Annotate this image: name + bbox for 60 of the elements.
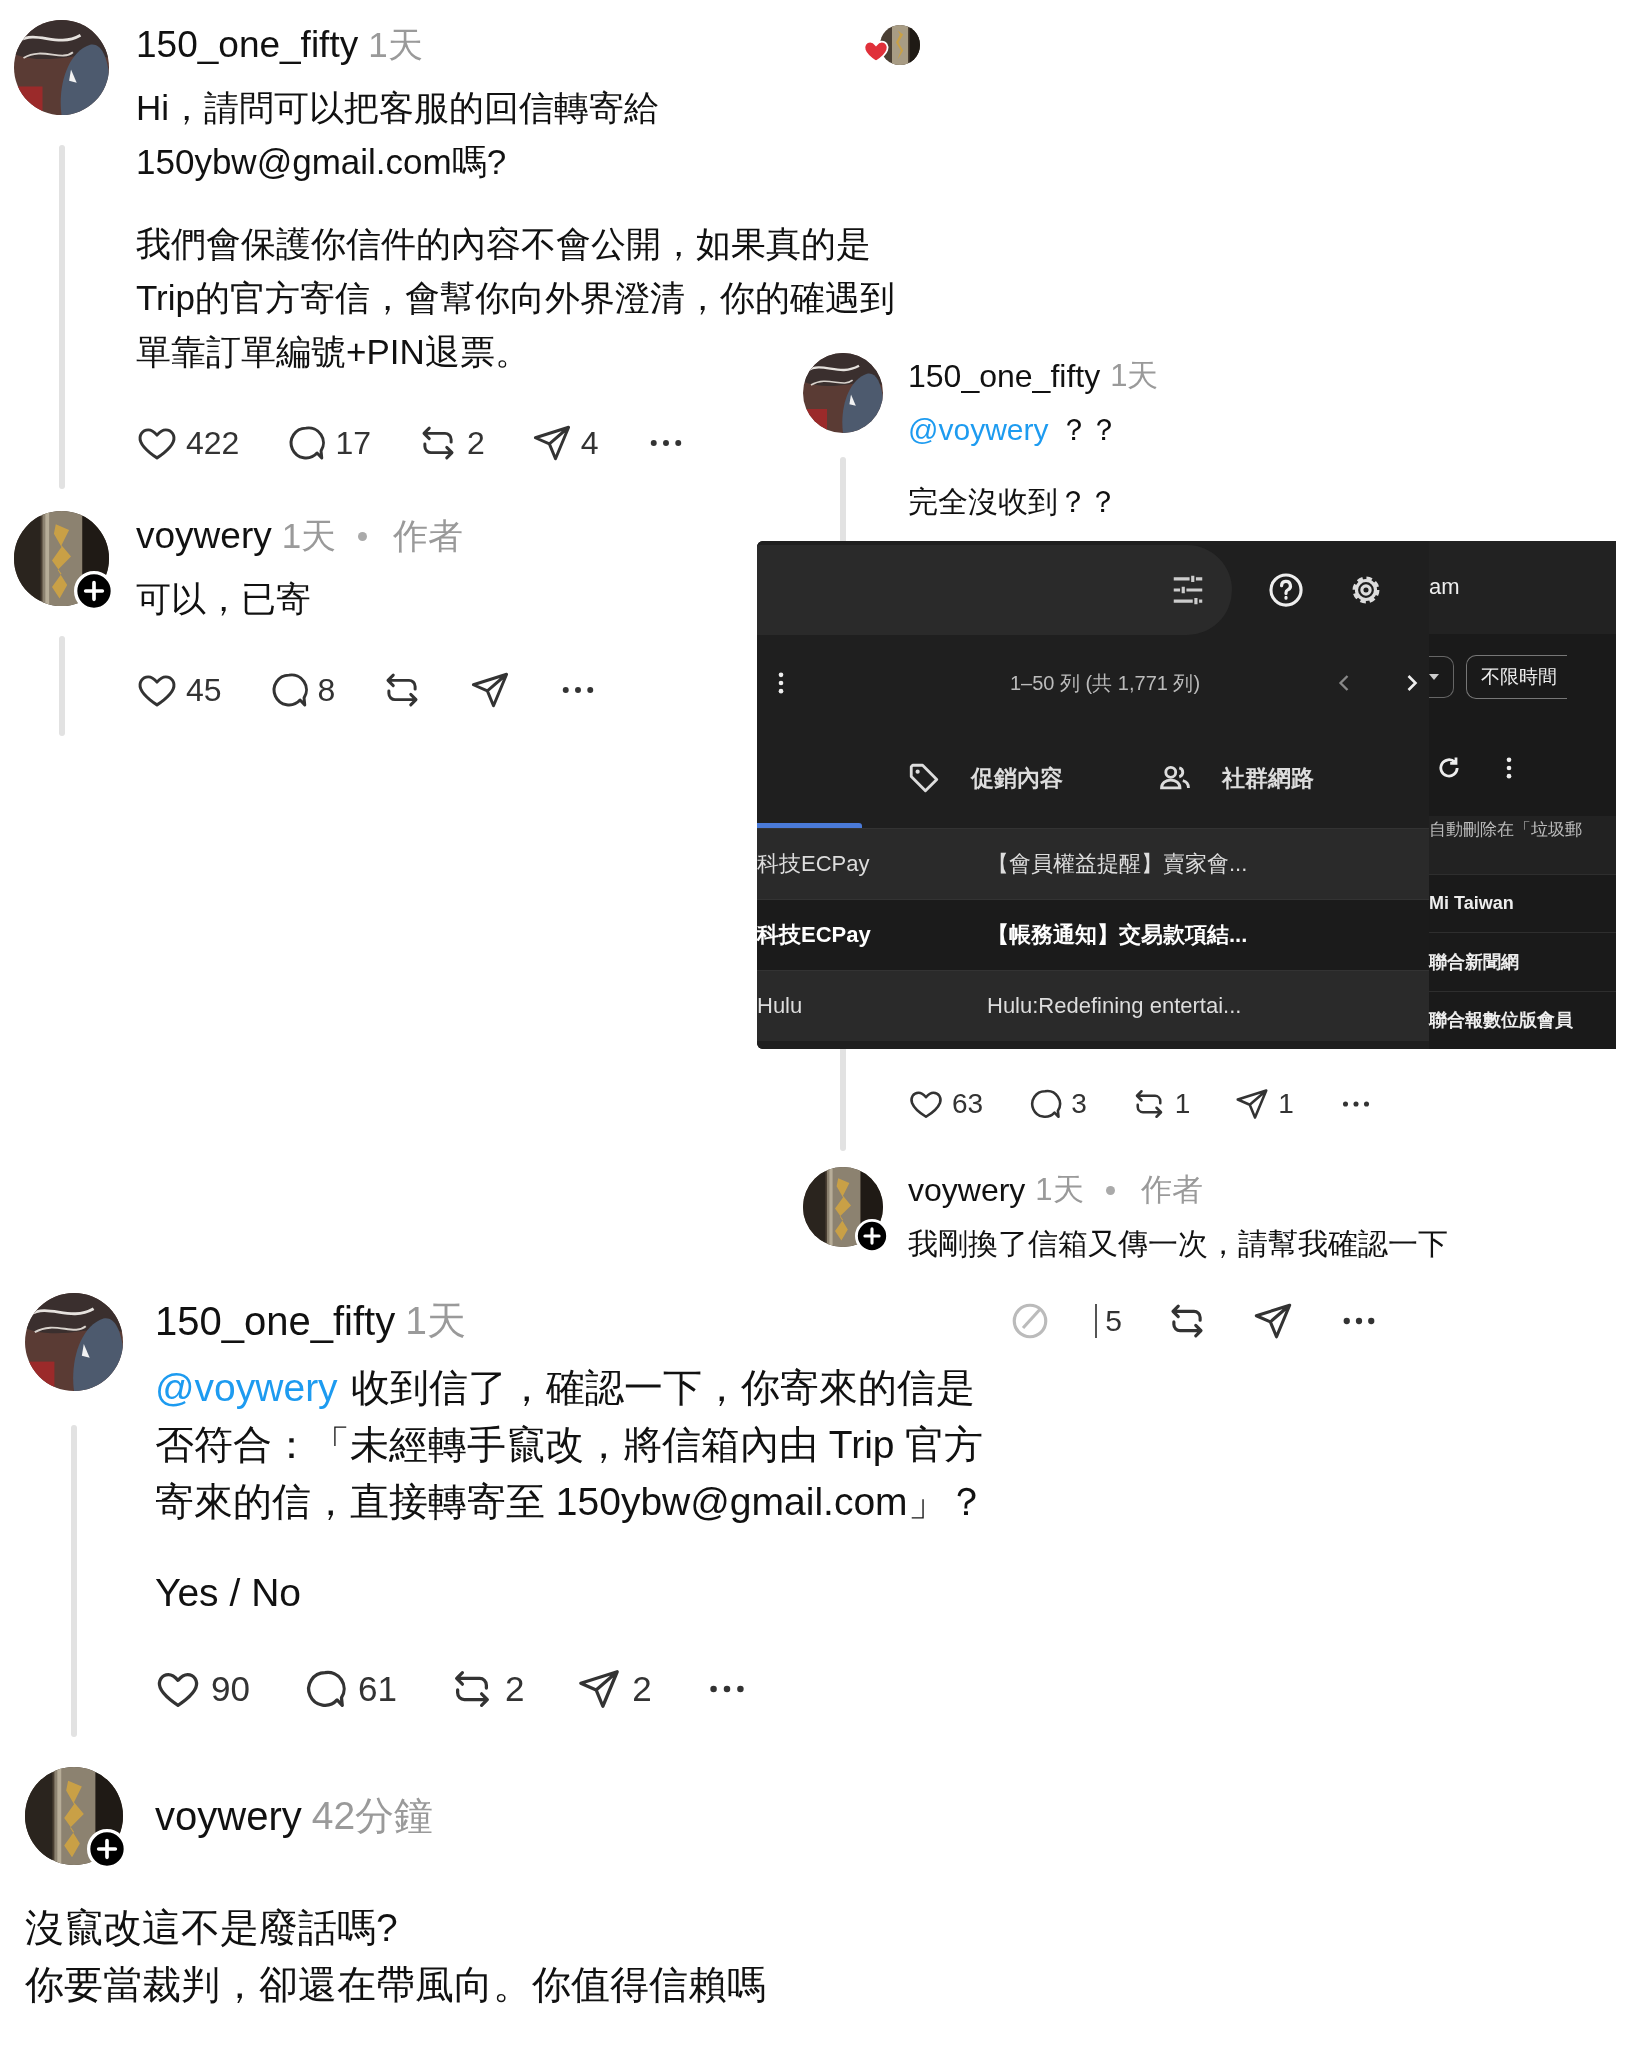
- action-count: 422: [186, 424, 240, 462]
- action-count: 2: [632, 1669, 652, 1709]
- action-count: 3: [1071, 1088, 1087, 1120]
- username[interactable]: 150_one_fifty: [155, 1298, 396, 1344]
- notice-text: 自動刪除在「垃圾郵: [1429, 816, 1616, 874]
- post-text: 沒竄改這不是廢話嗎?: [25, 1905, 399, 1951]
- author-label: 作者: [1140, 1171, 1203, 1209]
- action-count: 45: [186, 671, 222, 709]
- timestamp: 1天: [1035, 1171, 1084, 1209]
- action-count: 4: [580, 424, 599, 462]
- mail-sender[interactable]: 聯合新聞網: [1429, 932, 1616, 991]
- tag-icon: [907, 761, 941, 795]
- post-text: 完全沒收到？？: [908, 484, 1119, 520]
- action-count: 2: [504, 1669, 525, 1709]
- action-count: 90: [211, 1669, 250, 1709]
- action-count: 63: [952, 1088, 984, 1120]
- mail-sender[interactable]: 聯合報數位版會員: [1429, 990, 1616, 1049]
- username[interactable]: voywery: [908, 1171, 1026, 1209]
- post-text: 你要當裁判，卻還在帶風向。你值得信賴嗎: [25, 1962, 767, 2008]
- username[interactable]: voywery: [155, 1793, 302, 1839]
- action-count: 17: [335, 424, 371, 462]
- dropdown[interactable]: [1429, 656, 1454, 699]
- mail-row[interactable]: 科技ECPay 【帳務通知】交易款項結...: [757, 899, 1429, 970]
- mail-row[interactable]: Hulu Hulu:Redefining entertai...: [757, 970, 1429, 1041]
- category-tab[interactable]: 社群網路: [1158, 761, 1314, 795]
- action-count: 8: [317, 671, 336, 709]
- mail-row[interactable]: 科技ECPay 【會員權益提醒】賣家會...: [757, 828, 1429, 899]
- post-text: @voywery 收到信了，確認一下，你寄來的信是否符合：「未經轉手竄改，將信箱內由 Trip 官方寄來的信，直接轉寄至 150ybw@gmail.com」？: [155, 1365, 987, 1525]
- post-text: 我剛換了信箱又傳一次，請幫我確認一下: [908, 1226, 1449, 1262]
- timestamp: 1天: [368, 23, 423, 66]
- separator-dot-icon: [1105, 1185, 1115, 1195]
- follow-button[interactable]: [855, 1219, 889, 1253]
- action-count: 1: [1278, 1088, 1294, 1120]
- action-count: 1: [1174, 1088, 1191, 1120]
- caret-icon: [1429, 674, 1439, 681]
- post-text: @voywery ？？: [908, 412, 1120, 448]
- timestamp: 42分鐘: [311, 1793, 434, 1839]
- action-count: 2: [467, 424, 485, 462]
- category-tab[interactable]: 促銷內容: [907, 761, 1063, 795]
- action-count: 61: [357, 1669, 397, 1709]
- help-icon[interactable]: [1267, 570, 1305, 609]
- username[interactable]: 150_one_fifty: [908, 357, 1101, 395]
- username[interactable]: voywery: [136, 515, 272, 557]
- mail-sender[interactable]: Mi Taiwan: [1429, 873, 1616, 933]
- username[interactable]: 150_one_fifty: [136, 24, 359, 66]
- separator-dot-icon: [358, 531, 368, 541]
- post-text: 我們會保護你信件的內容不會公開，如果真的是Trip的官方寄信，會幫你向外界澄清，你的確遇到單靠訂單編號+PIN退票。: [136, 223, 896, 373]
- time-filter-chip[interactable]: 不限時間: [1466, 655, 1567, 700]
- follow-button[interactable]: [74, 571, 114, 611]
- timestamp: 1天: [1110, 357, 1159, 395]
- reply-count: 5: [1095, 1304, 1122, 1338]
- header-text: am: [1429, 574, 1460, 601]
- post-text: 可以，已寄: [136, 578, 312, 620]
- follow-button[interactable]: [87, 1829, 127, 1869]
- author-label: 作者: [393, 514, 464, 557]
- post-text: Hi，請問可以把客服的回信轉寄給150ybw@gmail.com嗎?: [136, 87, 661, 183]
- pagination-text: 1–50 列 (共 1,771 列): [1010, 670, 1202, 696]
- post-text: Yes / No: [155, 1570, 302, 1616]
- timestamp: 1天: [281, 514, 337, 557]
- timestamp: 1天: [405, 1298, 466, 1344]
